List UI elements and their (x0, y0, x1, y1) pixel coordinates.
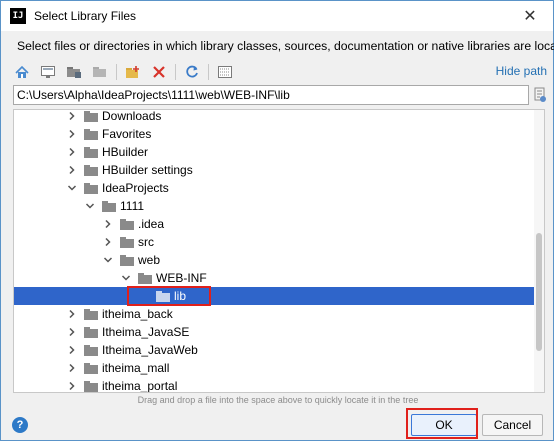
chevron-right-icon[interactable] (66, 326, 78, 338)
tree-row-label: Favorites (102, 127, 152, 141)
tree-row[interactable]: 1111 (14, 197, 544, 215)
folder-icon (138, 272, 152, 284)
tree-row[interactable]: .idea (14, 215, 544, 233)
folder-icon (84, 380, 98, 392)
chevron-right-icon[interactable] (66, 146, 78, 158)
folder-icon (84, 110, 98, 122)
chevron-right-icon[interactable] (66, 110, 78, 122)
folder-icon (84, 308, 98, 320)
scrollbar-thumb[interactable] (536, 233, 542, 351)
folder-icon (84, 146, 98, 158)
tree-row[interactable]: IdeaProjects (14, 179, 544, 197)
tree-row[interactable]: Favorites (14, 125, 544, 143)
tree-row[interactable]: WEB-INF (14, 269, 544, 287)
folder-icon (84, 362, 98, 374)
tree-row[interactable]: Downloads (14, 109, 544, 125)
dialog-description: Select files or directories in which lib… (17, 39, 554, 53)
folder-icon (84, 182, 98, 194)
tree-row-label: itheima_portal (102, 379, 178, 393)
chevron-right-icon[interactable] (102, 236, 114, 248)
folder-icon (156, 290, 170, 302)
tree-row-label: lib (174, 289, 187, 303)
path-value: C:\Users\Alpha\IdeaProjects\1111\web\WEB… (17, 88, 290, 102)
chevron-down-icon[interactable] (66, 182, 78, 194)
close-button[interactable]: ✕ (507, 1, 553, 31)
tree-row[interactable]: src (14, 233, 544, 251)
tree-row-label: HBuilder (102, 145, 149, 159)
project-icon[interactable] (64, 63, 84, 81)
cancel-button[interactable]: Cancel (482, 414, 543, 436)
home-icon[interactable] (12, 63, 32, 81)
vertical-scrollbar[interactable] (534, 110, 544, 392)
folder-icon (84, 164, 98, 176)
toolbar-separator (208, 64, 209, 80)
folder-icon (84, 128, 98, 140)
tree-row[interactable]: web (14, 251, 544, 269)
toolbar-separator (175, 64, 176, 80)
tree-row-label: Itheima_JavaSE (102, 325, 190, 339)
toolbar: Hide path (12, 61, 547, 83)
chevron-down-icon[interactable] (102, 254, 114, 266)
tree-row-label: Downloads (102, 109, 162, 123)
chevron-right-icon[interactable] (102, 218, 114, 230)
toolbar-separator (116, 64, 117, 80)
dialog-title: Select Library Files (34, 9, 137, 23)
help-icon[interactable]: ? (12, 417, 28, 433)
select-library-files-dialog: IJ Select Library Files ✕ Select files o… (0, 0, 554, 441)
folder-icon (102, 200, 116, 212)
tree-row[interactable]: HBuilder settings (14, 161, 544, 179)
chevron-right-icon[interactable] (66, 164, 78, 176)
tree-row-label: Itheima_JavaWeb (102, 343, 198, 357)
module-icon[interactable] (90, 63, 110, 81)
folder-icon (120, 218, 134, 230)
folder-icon (120, 254, 134, 266)
show-hidden-icon[interactable] (215, 63, 235, 81)
tree-row[interactable]: itheima_back (14, 305, 544, 323)
chevron-right-icon[interactable] (66, 128, 78, 140)
hide-path-link[interactable]: Hide path (496, 64, 547, 78)
desktop-icon[interactable] (38, 63, 58, 81)
tree-row-label: .idea (138, 217, 165, 231)
file-tree[interactable]: Downloads Favorites HBuilder HBuilder setti… (13, 109, 545, 393)
tree-row-label: itheima_back (102, 307, 173, 321)
chevron-right-icon[interactable] (66, 344, 78, 356)
drag-drop-hint: Drag and drop a file into the space abov… (137, 395, 419, 405)
tree-row[interactable]: lib (14, 287, 544, 305)
chevron-down-icon[interactable] (120, 272, 132, 284)
delete-icon[interactable] (149, 63, 169, 81)
refresh-icon[interactable] (182, 63, 202, 81)
tree-row[interactable]: itheima_portal (14, 377, 544, 393)
ok-button[interactable]: OK (411, 414, 477, 436)
chevron-right-icon[interactable] (66, 308, 78, 320)
tree-row[interactable]: Itheima_JavaWeb (14, 341, 544, 359)
tree-row[interactable]: HBuilder (14, 143, 544, 161)
chevron-right-icon[interactable] (66, 362, 78, 374)
tree-row[interactable]: itheima_mall (14, 359, 544, 377)
folder-icon (84, 344, 98, 356)
path-field[interactable]: C:\Users\Alpha\IdeaProjects\1111\web\WEB… (13, 85, 529, 105)
title-bar[interactable]: IJ Select Library Files ✕ (1, 1, 553, 31)
tree-row[interactable]: Itheima_JavaSE (14, 323, 544, 341)
folder-icon (120, 236, 134, 248)
tree-row-label: src (138, 235, 154, 249)
tree-row-label: HBuilder settings (102, 163, 193, 177)
chevron-down-icon[interactable] (84, 200, 96, 212)
path-history-icon[interactable] (533, 87, 547, 103)
no-expander[interactable] (138, 290, 150, 302)
folder-icon (84, 326, 98, 338)
tree-row-label: itheima_mall (102, 361, 170, 375)
tree-row-label: web (138, 253, 161, 267)
intellij-icon: IJ (10, 8, 26, 24)
new-folder-icon[interactable] (123, 63, 143, 81)
tree-row-label: IdeaProjects (102, 181, 169, 195)
tree-row-label: 1111 (120, 199, 145, 213)
chevron-right-icon[interactable] (66, 380, 78, 392)
tree-row-label: WEB-INF (156, 271, 207, 285)
